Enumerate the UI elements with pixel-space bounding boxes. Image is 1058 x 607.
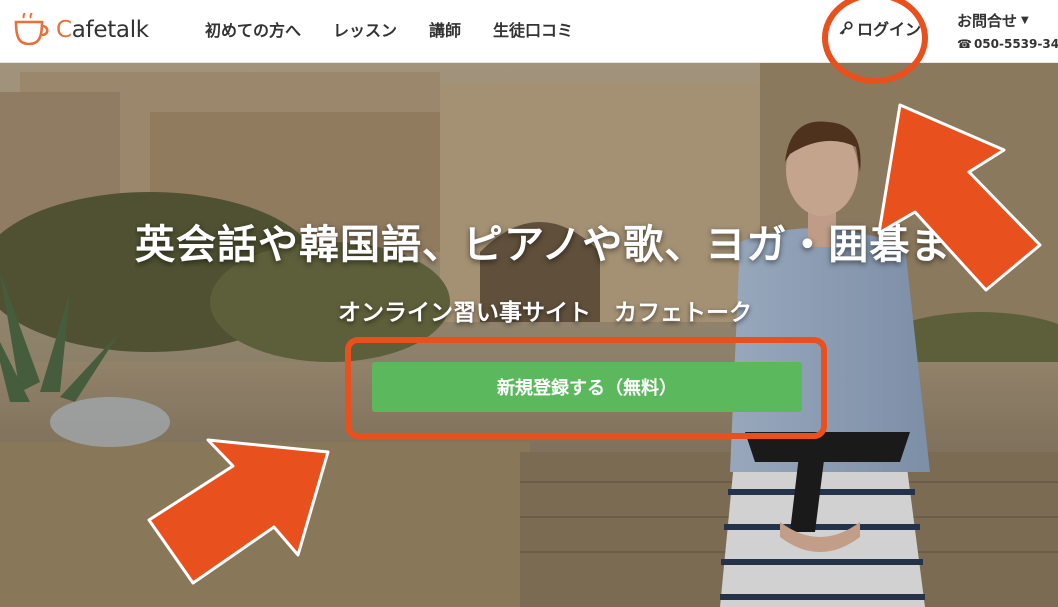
- caret-down-icon: ▼: [1021, 15, 1029, 26]
- phone-number: 050-5539-341: [973, 37, 1058, 51]
- site-header: Cafetalk 初めての方へ レッスン 講師 生徒口コミ ログイン お問合せ …: [0, 0, 1058, 63]
- key-icon: [839, 21, 853, 35]
- coffee-cup-icon: [14, 13, 49, 46]
- hero-headline: 英会話や韓国語、ピアノや歌、ヨガ・囲碁まで: [135, 222, 993, 268]
- main-nav: 初めての方へ レッスン 講師 生徒口コミ: [205, 0, 605, 58]
- login-link[interactable]: ログイン: [838, 16, 921, 40]
- contact-info[interactable]: お問合せ ▼ ☎ 050-5539-341: [957, 10, 1058, 51]
- nav-item-reviews[interactable]: 生徒口コミ: [493, 17, 573, 41]
- cafetalk-logo[interactable]: Cafetalk: [12, 12, 149, 48]
- contact-dropdown[interactable]: お問合せ ▼: [957, 10, 1058, 31]
- nav-item-tutors[interactable]: 講師: [429, 17, 461, 41]
- hero-background-image: [0, 62, 1058, 607]
- hero-subheadline: オンライン習い事サイト カフェトーク: [338, 300, 752, 326]
- logo-text: Cafetalk: [56, 17, 149, 43]
- register-free-button[interactable]: 新規登録する（無料）: [372, 362, 802, 412]
- nav-item-lessons[interactable]: レッスン: [333, 17, 397, 41]
- nav-item-beginners[interactable]: 初めての方へ: [205, 17, 301, 41]
- phone-icon: ☎: [957, 37, 972, 51]
- login-label: ログイン: [857, 20, 922, 39]
- contact-title: お問合せ: [957, 12, 1018, 30]
- contact-phone: ☎ 050-5539-341: [957, 37, 1058, 51]
- hero-section: 英会話や韓国語、ピアノや歌、ヨガ・囲碁まで オンライン習い事サイト カフェトーク…: [0, 62, 1058, 607]
